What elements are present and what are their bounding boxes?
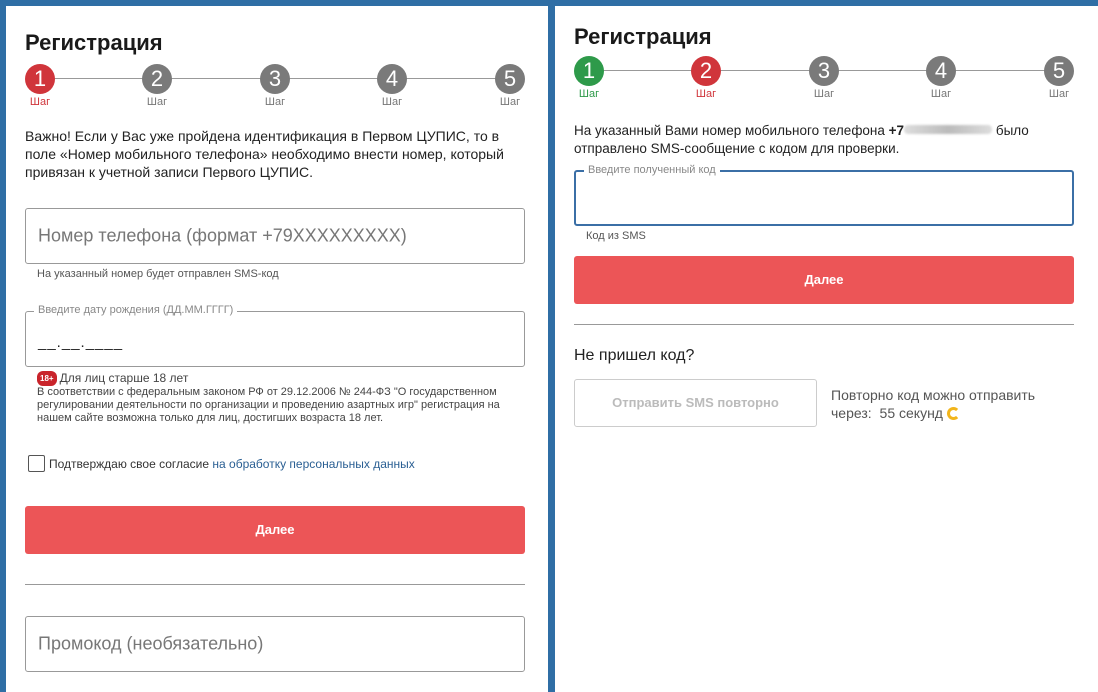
step-5-label: Шаг [1048,88,1070,100]
step-2-circle: 2 [142,64,172,94]
step-1-circle: 1 [25,64,55,94]
resend-sms-button[interactable]: Отправить SMS повторно [574,379,817,427]
birthdate-input[interactable]: Введите дату рождения (ДД.ММ.ГГГГ) __.__… [25,304,525,367]
phone-input[interactable]: Номер телефона (формат +79XXXXXXXXX) [25,208,525,264]
next-button[interactable]: Далее [25,506,525,554]
phone-placeholder: Номер телефона (формат +79XXXXXXXXX) [38,225,407,246]
countdown-value: 55 секунд [879,405,943,421]
step-3-circle: 3 [809,56,839,86]
age-title: Для лиц старше 18 лет [59,371,189,385]
step-1-circle: 1 [574,56,604,86]
step-3: 3 Шаг [809,56,839,100]
birthdate-label: Введите дату рождения (ДД.ММ.ГГГГ) [34,304,238,316]
step-2-circle: 2 [691,56,721,86]
step-3-label: Шаг [264,96,286,108]
step-4: 4 Шаг [377,64,407,108]
page-title: Регистрация [574,24,712,49]
sms-code-label: Введите полученный код [584,164,720,176]
step-1: 1 Шаг [574,56,604,100]
step-2-label: Шаг [146,96,168,108]
identification-notice: Важно! Если у Вас уже пройдена идентифик… [25,128,504,180]
step-3: 3 Шаг [260,64,290,108]
step-4-circle: 4 [377,64,407,94]
phone-hint: На указанный номер будет отправлен SMS-к… [37,268,279,280]
step-1: 1 Шаг [25,64,55,108]
masked-phone [904,125,993,134]
step-5-circle: 5 [1044,56,1074,86]
next-button[interactable]: Далее [574,256,1074,304]
step-3-label: Шаг [813,88,835,100]
birthdate-mask: __.__.____ [38,334,124,351]
no-code-title: Не пришел код? [574,347,695,364]
promo-placeholder: Промокод (необязательно) [38,633,264,654]
step-1-label: Шаг [29,96,51,108]
step-2: 2 Шаг [691,56,721,100]
step-5-label: Шаг [499,96,521,108]
step-progress: 1 Шаг 2 Шаг 3 Шаг 4 Шаг 5 Шаг [574,56,1074,108]
step-2: 2 Шаг [142,64,172,108]
personal-data-link[interactable]: на обработку персональных данных [212,457,414,471]
consent-row: Подтверждаю свое согласие на обработку п… [49,457,415,471]
step-3-circle: 3 [260,64,290,94]
age-law-text: В соответствии с федеральным законом РФ … [37,386,500,424]
divider [574,324,1074,325]
step-4: 4 Шаг [926,56,956,100]
loading-spinner-icon [946,407,960,420]
step-2-label: Шаг [695,88,717,100]
step-1-label: Шаг [578,88,600,100]
sms-text-before: На указанный Вами номер мобильного телеф… [574,123,885,138]
step-5: 5 Шаг [1044,56,1074,100]
step-4-circle: 4 [926,56,956,86]
resend-timer-block: Повторно код можно отправить через: 55 с… [831,386,1061,422]
registration-step2-panel: Регистрация 1 Шаг 2 Шаг 3 Шаг 4 Шаг 5 Ша… [555,6,1098,692]
sms-code-hint: Код из SMS [586,230,646,242]
step-5: 5 Шаг [495,64,525,108]
age-18-badge: 18+ [37,371,57,386]
step-5-circle: 5 [495,64,525,94]
consent-checkbox[interactable] [28,455,45,472]
step-progress: 1 Шаг 2 Шаг 3 Шаг 4 Шаг 5 Шаг [25,64,525,116]
step-4-label: Шаг [381,96,403,108]
page-title: Регистрация [25,30,163,55]
divider [25,584,525,585]
sms-phone-prefix: +7 [888,123,905,138]
registration-step1-panel: Регистрация 1 Шаг 2 Шаг 3 Шаг 4 Шаг 5 Ша… [6,6,548,692]
sms-code-input[interactable]: Введите полученный код [574,164,1074,226]
step-4-label: Шаг [930,88,952,100]
age-restriction-block: 18+ Для лиц старше 18 лет В соответствии… [37,371,507,425]
consent-text: Подтверждаю свое согласие [49,457,210,471]
sms-sent-message: На указанный Вами номер мобильного телеф… [574,122,1054,158]
promo-code-input[interactable]: Промокод (необязательно) [25,616,525,672]
